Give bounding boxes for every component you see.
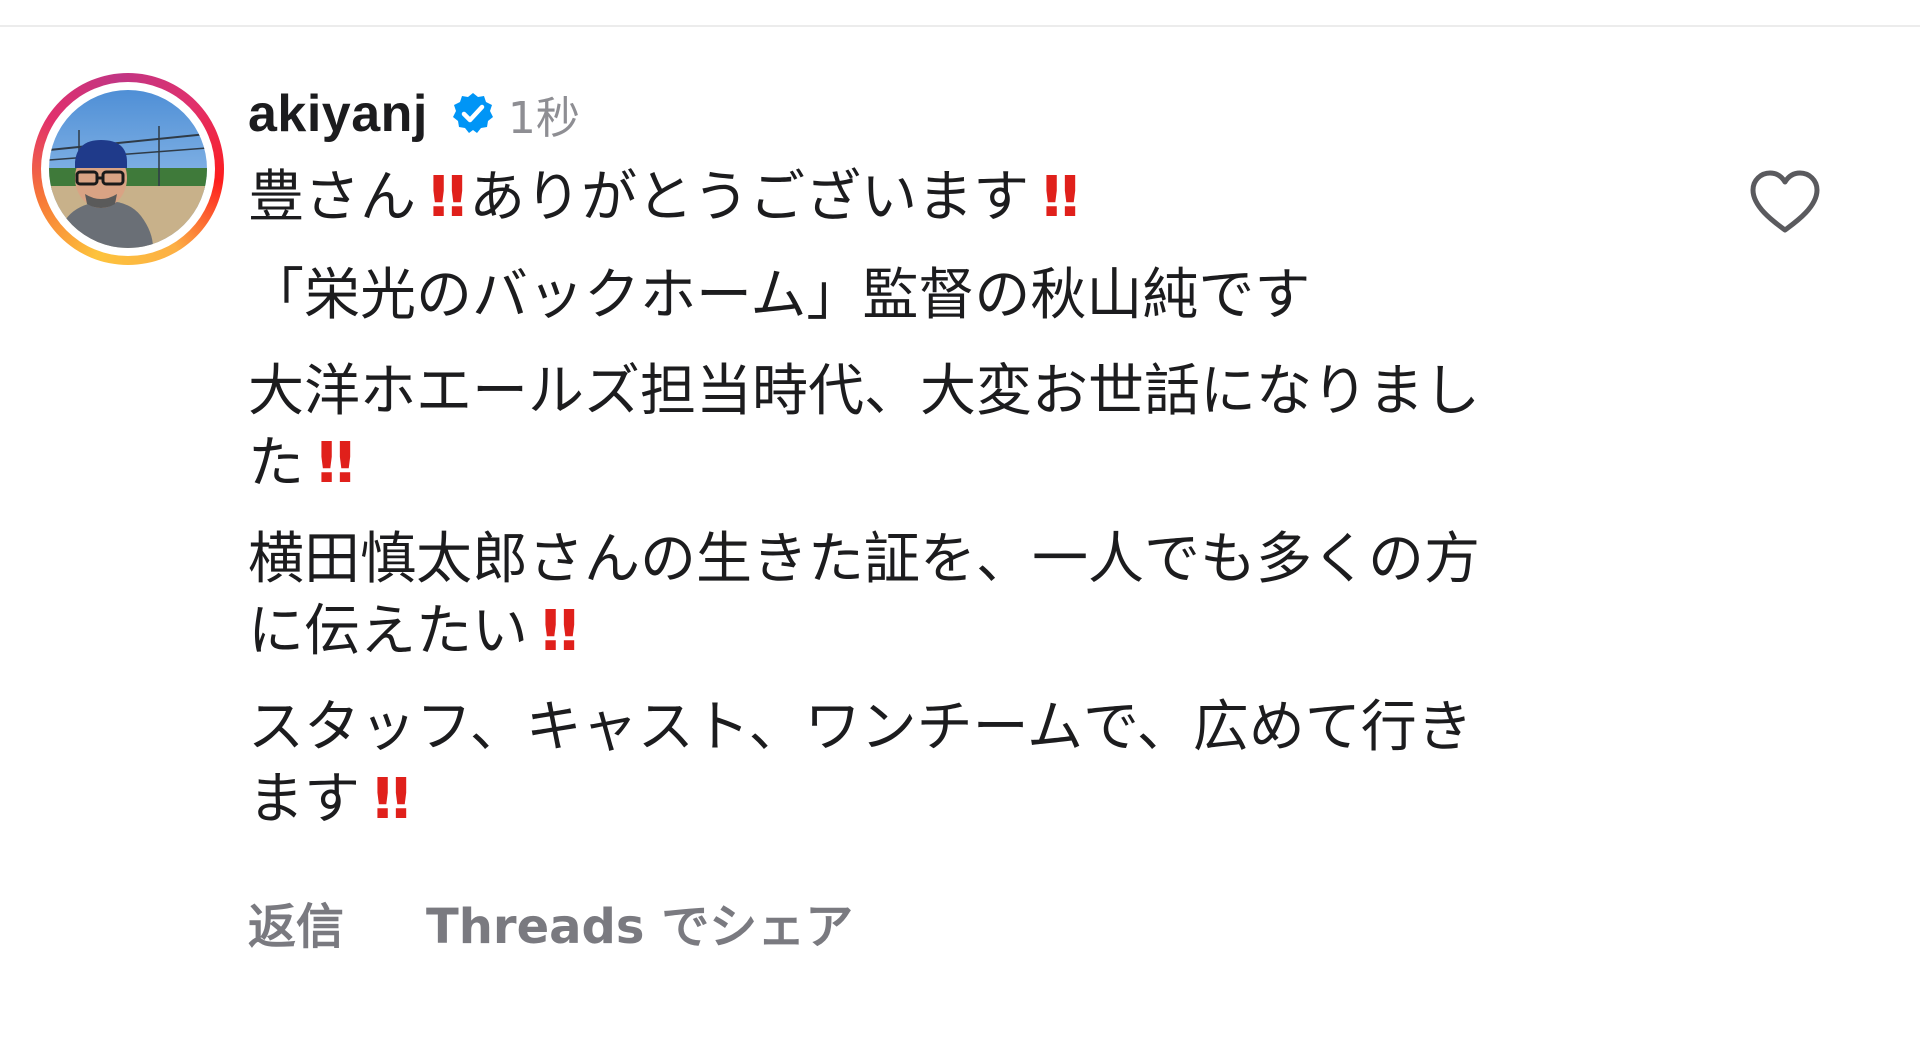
comment-line-1: 豊さん ‼ ありがとうございます ‼ xyxy=(248,162,1648,234)
username-link[interactable]: akiyanj xyxy=(248,84,428,144)
reply-button[interactable]: 返信 xyxy=(248,887,344,957)
avatar-photo xyxy=(49,90,207,248)
verified-badge-icon xyxy=(450,91,496,137)
comment-line-4-text: た xyxy=(248,431,304,496)
double-exclamation-icon: ‼ xyxy=(373,767,410,832)
double-exclamation-icon: ‼ xyxy=(541,599,578,664)
heart-outline-icon xyxy=(1750,170,1820,233)
comment-text: 豊さん ‼ ありがとうございます ‼ 「栄光のバックホーム」監督の秋山純です 大洋ホエ… xyxy=(248,162,1648,836)
comment-line-7: スタッフ、キャスト、ワンチームで、広めて行き xyxy=(248,695,1473,760)
story-ring[interactable] xyxy=(32,73,224,265)
comment-line-1-a: 豊さん xyxy=(248,165,416,230)
double-exclamation-icon: ‼ xyxy=(317,431,354,496)
avatar[interactable] xyxy=(49,90,207,248)
double-exclamation-icon: ‼ xyxy=(429,165,466,230)
like-button[interactable] xyxy=(1747,168,1823,236)
comment-line-3: 大洋ホエールズ担当時代、大変お世話になりまし xyxy=(248,359,1480,424)
comment-item: akiyanj 1秒 豊さん ‼ ありがとうございます ‼ 「栄光のバックホーム」監督… xyxy=(0,0,1920,1037)
share-to-threads-button[interactable]: Threads でシェア xyxy=(426,887,853,957)
double-exclamation-icon: ‼ xyxy=(1042,165,1079,230)
comment-actions: 返信 Threads でシェア xyxy=(248,887,853,957)
comment-line-1-b: ありがとうございます xyxy=(469,165,1030,230)
comment-timestamp: 1秒 xyxy=(507,93,580,144)
comment-line-8-text: ます xyxy=(248,767,360,832)
comment-line-4: た ‼ xyxy=(248,428,1648,500)
avatar-ring-gap xyxy=(41,82,215,256)
comment-line-8: ます ‼ xyxy=(248,764,1648,836)
comment-header: akiyanj 1秒 xyxy=(248,82,580,146)
comment-line-6-text: に伝えたい xyxy=(248,599,528,664)
comment-line-5: 横田慎太郎さんの生きた証を、一人でも多くの方 xyxy=(248,527,1480,592)
comment-line-6: に伝えたい ‼ xyxy=(248,596,1648,668)
comment-line-2: 「栄光のバックホーム」監督の秋山純です xyxy=(248,263,1311,328)
